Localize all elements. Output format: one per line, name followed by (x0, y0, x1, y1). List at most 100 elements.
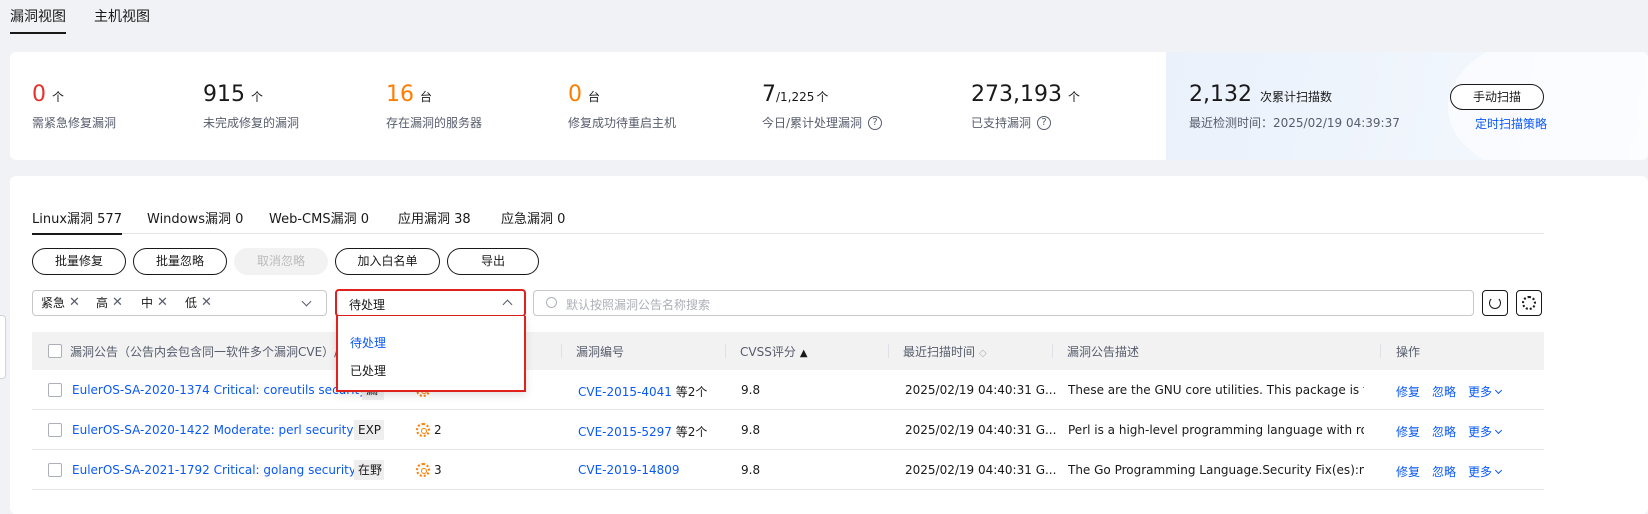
instance-count: 3 (434, 463, 442, 477)
main-card: Linux漏洞 577 Windows漏洞 0 Web-CMS漏洞 0 应用漏洞… (10, 176, 1648, 514)
more-link[interactable]: 更多 (1468, 385, 1503, 399)
stat-value: 915 (203, 82, 245, 107)
status-option-processed[interactable]: 已处理 (350, 362, 386, 379)
row-checkbox[interactable] (48, 423, 62, 437)
help-icon[interactable]: ? (1037, 115, 1052, 130)
col-cvss[interactable]: CVSS评分 ▲ (740, 343, 808, 360)
col-description: 漏洞公告描述 (1067, 345, 1140, 359)
stat-label: 未完成修复的漏洞 (203, 116, 300, 130)
cve-link[interactable]: CVE-2015-5297 (578, 425, 672, 439)
fix-link[interactable]: 修复 (1396, 425, 1420, 439)
scan-panel: 2,132 次累计扫描数 最近检测时间：2025/02/19 04:39:37 手… (1166, 52, 1648, 160)
cve-link[interactable]: CVE-2019-14809 (578, 463, 680, 477)
status-option-pending[interactable]: 待处理 (350, 334, 386, 351)
sort-icon[interactable]: ▲ (800, 348, 808, 359)
refresh-button[interactable] (1482, 290, 1508, 316)
tab-linux[interactable]: Linux漏洞 577 (32, 208, 122, 235)
status-dropdown: 待处理 已处理 (336, 316, 526, 392)
table-row: EulerOS-SA-2020-1374 Critical: coreutils… (32, 370, 1544, 410)
stat-urgent: 0个 需紧急修复漏洞 (32, 82, 116, 131)
stat-handled: 7/1,225 个 今日/累计处理漏洞? (762, 82, 883, 131)
chevron-down-icon[interactable] (301, 296, 312, 307)
cancel-ignore-button[interactable]: 取消忽略 (234, 248, 328, 275)
cvss-score: 9.8 (741, 423, 761, 437)
search-box[interactable]: 默认按照漏洞公告名称搜索 (533, 290, 1474, 316)
batch-fix-button[interactable]: 批量修复 (32, 248, 126, 275)
manual-scan-button[interactable]: 手动扫描 (1450, 84, 1544, 110)
bulletin-description: These are the GNU core utilities. This p… (1068, 383, 1364, 397)
column-divider (1380, 344, 1381, 358)
ignore-link[interactable]: 忽略 (1432, 385, 1456, 399)
scan-time: 2025/02/19 04:40:31 G... (905, 463, 1057, 477)
batch-ignore-button[interactable]: 批量忽略 (133, 248, 227, 275)
more-label: 更多 (1468, 425, 1493, 439)
stat-label: 需紧急修复漏洞 (32, 116, 117, 130)
chevron-down-icon (1495, 386, 1503, 395)
tab-windows[interactable]: Windows漏洞 0 (147, 208, 243, 227)
status-badge: 在野 (354, 460, 384, 480)
last-scan-time: 最近检测时间：2025/02/19 04:39:37 (1189, 116, 1400, 130)
scan-time: 2025/02/19 04:40:31 G... (905, 423, 1057, 437)
bulletin-description: Perl is a high-level programming languag… (1068, 423, 1364, 437)
tab-emergency[interactable]: 应急漏洞 0 (501, 208, 565, 227)
stat-label: 今日/累计处理漏洞 (762, 116, 863, 130)
close-icon[interactable]: ✕ (201, 294, 212, 312)
bulletin-link[interactable]: EulerOS-SA-2020-1422 Moderate: perl secu… (72, 423, 356, 437)
cve-link[interactable]: CVE-2015-4041 (578, 385, 672, 399)
tab-vuln-view[interactable]: 漏洞视图 (10, 6, 66, 34)
severity-tag: 紧急 (41, 296, 66, 310)
sort-icon[interactable]: ◇ (979, 348, 987, 359)
schedule-scan-link[interactable]: 定时扫描策略 (1475, 115, 1547, 132)
column-divider (725, 344, 726, 358)
stat-pending-reboot: 0台 修复成功待重启主机 (568, 82, 676, 131)
stat-unit: 个 (1067, 90, 1080, 104)
search-input[interactable]: 默认按照漏洞公告名称搜索 (566, 296, 710, 313)
severity-filter[interactable]: 紧急 ✕ 高 ✕ 中 ✕ 低 ✕ (32, 290, 327, 316)
more-label: 更多 (1468, 465, 1493, 479)
stat-value: 0 (568, 82, 582, 107)
tab-application[interactable]: 应用漏洞 38 (398, 208, 471, 227)
stat-label: 存在漏洞的服务器 (386, 116, 483, 130)
table-row: EulerOS-SA-2021-1792 Critical: golang se… (32, 450, 1544, 490)
help-icon[interactable]: ? (868, 115, 883, 130)
table-header: 漏洞公告（公告内会包含同一软件多个漏洞CVE）/标 漏洞编号 CVSS评分 ▲ 最… (32, 332, 1544, 370)
row-checkbox[interactable] (48, 463, 62, 477)
status-select[interactable]: 待处理 (335, 289, 526, 317)
fix-link[interactable]: 修复 (1396, 385, 1420, 399)
ignore-link[interactable]: 忽略 (1432, 465, 1456, 479)
stats-card: 0个 需紧急修复漏洞 915 个 未完成修复的漏洞 16 台 存在漏洞的服务器 0台… (10, 52, 1648, 160)
severity-tag: 中 (141, 296, 154, 310)
tab-web-cms[interactable]: Web-CMS漏洞 0 (269, 208, 369, 227)
stat-unit: 个 (816, 90, 829, 104)
bulletin-link[interactable]: EulerOS-SA-2020-1374 Critical: coreutils… (72, 383, 362, 397)
col-last-scan[interactable]: 最近扫描时间 ◇ (903, 343, 987, 360)
row-checkbox[interactable] (48, 383, 62, 397)
column-divider (888, 344, 889, 358)
stat-unit: 个 (251, 90, 264, 104)
fix-link[interactable]: 修复 (1396, 465, 1420, 479)
side-collapse-handle[interactable] (0, 315, 6, 379)
view-tabs: 漏洞视图 主机视图 (0, 0, 1648, 34)
severity-tag: 高 (96, 296, 109, 310)
table-row: EulerOS-SA-2020-1422 Moderate: perl secu… (32, 410, 1544, 450)
close-icon[interactable]: ✕ (112, 294, 123, 312)
ignore-link[interactable]: 忽略 (1432, 425, 1456, 439)
more-link[interactable]: 更多 (1468, 465, 1503, 479)
stat-unit: 个 (52, 90, 65, 104)
stat-label: 已支持漏洞 (971, 116, 1032, 130)
add-whitelist-button[interactable]: 加入白名单 (335, 248, 440, 275)
cvss-score: 9.8 (741, 383, 761, 397)
export-button[interactable]: 导出 (447, 248, 539, 275)
bulletin-link[interactable]: EulerOS-SA-2021-1792 Critical: golang se… (72, 463, 356, 477)
stat-label: 修复成功待重启主机 (568, 116, 677, 130)
settings-button[interactable] (1516, 290, 1542, 316)
stat-value: 273,193 (971, 82, 1062, 107)
tab-host-view[interactable]: 主机视图 (94, 6, 150, 26)
close-icon[interactable]: ✕ (157, 294, 168, 312)
col-ops: 操作 (1396, 345, 1421, 359)
close-icon[interactable]: ✕ (69, 294, 80, 312)
chevron-up-icon[interactable] (502, 299, 513, 310)
more-link[interactable]: 更多 (1468, 425, 1503, 439)
scan-count-label: 次累计扫描数 (1259, 90, 1332, 104)
select-all-checkbox[interactable] (48, 344, 62, 358)
